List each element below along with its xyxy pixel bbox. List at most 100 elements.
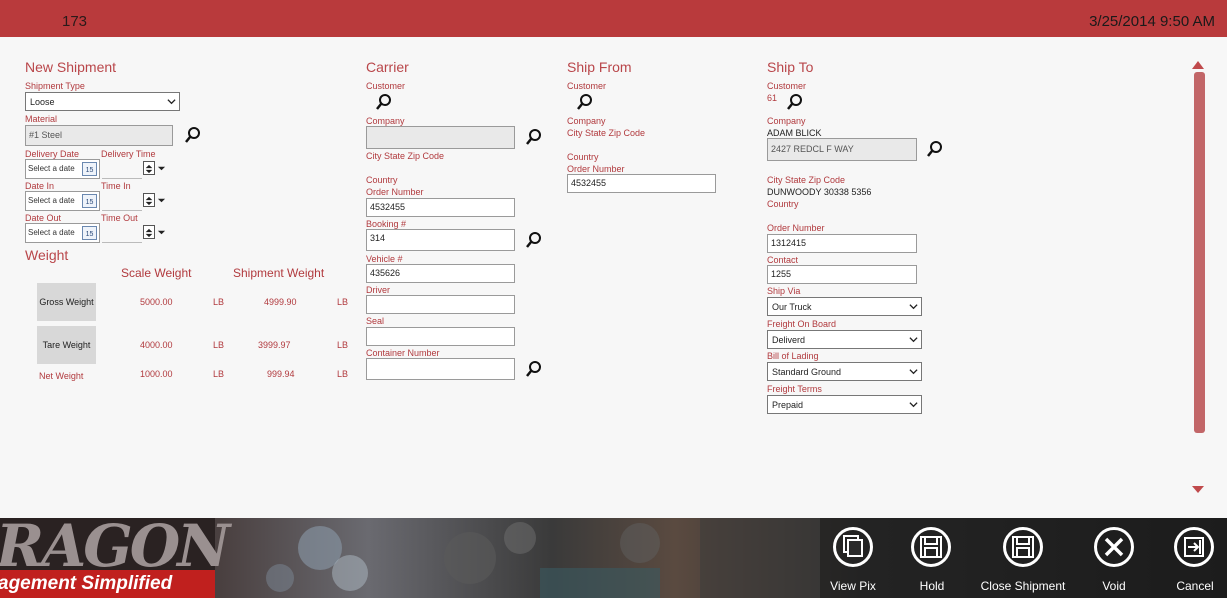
time-out-spinner[interactable]	[143, 225, 155, 239]
shipment-id: 173	[62, 13, 88, 30]
ship-to-company-value: ADAM BLICK	[767, 128, 822, 138]
carrier-city-label: City State Zip Code	[366, 151, 445, 161]
search-icon[interactable]	[576, 93, 594, 111]
ship-from-country-label: Country	[567, 152, 599, 162]
time-out-label: Time Out	[101, 213, 138, 223]
date-placeholder: Select a date	[28, 164, 75, 173]
delivery-time-label: Delivery Time	[101, 149, 156, 159]
delivery-date-label: Delivery Date	[25, 149, 80, 159]
logo-text: RAGON	[0, 518, 230, 580]
ship-to-order-input[interactable]: 1312415	[767, 234, 917, 253]
carrier-order-input[interactable]: 4532455	[366, 198, 515, 217]
terms-select[interactable]: Prepaid	[767, 395, 922, 414]
gross-unit: LB	[337, 297, 349, 307]
date-in-picker[interactable]: Select a date 15	[25, 191, 100, 211]
chevron-down-icon	[167, 99, 176, 105]
material-input[interactable]: #1 Steel	[25, 125, 173, 146]
spinner-icon	[145, 228, 153, 238]
terms-value: Prepaid	[772, 400, 804, 410]
cancel-label: Cancel	[1176, 579, 1214, 593]
seal-label: Seal	[366, 316, 385, 326]
ship-to-address-input[interactable]: 2427 REDCL F WAY	[767, 138, 917, 161]
ship-to-order-label: Order Number	[767, 223, 825, 233]
spinner-icon	[145, 196, 153, 206]
gross-unit: LB	[213, 297, 225, 307]
shipment-weight-header: Shipment Weight	[233, 266, 325, 280]
booking-input[interactable]: 314	[366, 229, 515, 251]
search-icon[interactable]	[525, 231, 543, 249]
search-icon[interactable]	[926, 140, 944, 158]
ship-from-customer-label: Customer	[567, 81, 607, 91]
net-shipment-value: 999.94	[267, 369, 295, 379]
ship-from-order-input[interactable]: 4532455	[567, 174, 716, 193]
date-out-picker[interactable]: Select a date 15	[25, 223, 100, 243]
scrollbar-thumb[interactable]	[1194, 72, 1205, 433]
ship-via-select[interactable]: Our Truck	[767, 297, 922, 316]
contact-input[interactable]: 1255	[767, 265, 917, 284]
search-icon[interactable]	[525, 360, 543, 378]
contact-label: Contact	[767, 255, 799, 265]
driver-input[interactable]	[366, 295, 515, 314]
bol-select[interactable]: Standard Ground	[767, 362, 922, 381]
ship-via-value: Our Truck	[772, 302, 812, 312]
chevron-down-icon[interactable]	[157, 228, 166, 237]
shipment-type-value: Loose	[30, 97, 55, 107]
vehicle-input[interactable]: 435626	[366, 264, 515, 283]
save-icon	[920, 536, 942, 558]
chevron-down-icon	[909, 304, 918, 310]
scroll-down-icon[interactable]	[1192, 486, 1204, 494]
search-icon[interactable]	[375, 93, 393, 111]
void-button[interactable]	[1094, 527, 1134, 567]
terms-label: Freight Terms	[767, 384, 822, 394]
search-icon[interactable]	[525, 128, 543, 146]
scroll-up-icon[interactable]	[1192, 60, 1204, 69]
delivery-date-picker[interactable]: Select a date 15	[25, 159, 100, 179]
chevron-down-icon[interactable]	[157, 196, 166, 205]
chevron-down-icon	[909, 369, 918, 375]
view-pix-button[interactable]	[833, 527, 873, 567]
ship-to-city-value: DUNWOODY 30338 5356	[767, 187, 872, 197]
tare-shipment-value: 3999.97	[258, 340, 291, 350]
net-unit: LB	[213, 369, 225, 379]
shipment-type-select[interactable]: Loose	[25, 92, 180, 111]
new-shipment-heading: New Shipment	[25, 59, 117, 75]
date-out-label: Date Out	[25, 213, 62, 223]
ship-to-customer-label: Customer	[767, 81, 807, 91]
cancel-button[interactable]	[1174, 527, 1214, 567]
scale-weight-header: Scale Weight	[121, 266, 192, 280]
hold-label: Hold	[919, 579, 945, 593]
spinner-icon	[145, 164, 153, 174]
hold-button[interactable]	[911, 527, 951, 567]
fob-select[interactable]: Deliverd	[767, 330, 922, 349]
datetime: 3/25/2014 9:50 AM	[1089, 13, 1215, 30]
ship-to-city-label: City State Zip Code	[767, 175, 846, 185]
chevron-down-icon[interactable]	[157, 164, 166, 173]
seal-input[interactable]	[366, 327, 515, 346]
delivery-time-field[interactable]	[102, 159, 142, 179]
ship-to-company-label: Company	[767, 116, 806, 126]
gross-weight-button[interactable]: Gross Weight	[37, 283, 96, 321]
shipment-type-label: Shipment Type	[25, 81, 85, 91]
time-out-field[interactable]	[102, 223, 142, 243]
ship-to-country-label: Country	[767, 199, 799, 209]
carrier-company-input[interactable]	[366, 126, 515, 149]
container-label: Container Number	[366, 348, 440, 358]
bol-value: Standard Ground	[772, 367, 842, 377]
search-icon[interactable]	[184, 126, 202, 144]
container-input[interactable]	[366, 358, 515, 380]
booking-label: Booking #	[366, 219, 407, 229]
search-icon[interactable]	[786, 93, 804, 111]
fob-value: Deliverd	[772, 335, 806, 345]
vehicle-label: Vehicle #	[366, 254, 403, 264]
date-placeholder: Select a date	[28, 196, 75, 205]
close-shipment-button[interactable]	[1003, 527, 1043, 567]
time-in-field[interactable]	[102, 191, 142, 211]
gross-scale-value: 5000.00	[140, 297, 173, 307]
net-scale-value: 1000.00	[140, 369, 173, 379]
calendar-icon: 15	[82, 162, 97, 176]
ship-to-heading: Ship To	[767, 59, 814, 75]
copy-icon	[843, 535, 863, 557]
time-in-spinner[interactable]	[143, 193, 155, 207]
tare-weight-button[interactable]: Tare Weight	[37, 326, 96, 364]
delivery-time-spinner[interactable]	[143, 161, 155, 175]
